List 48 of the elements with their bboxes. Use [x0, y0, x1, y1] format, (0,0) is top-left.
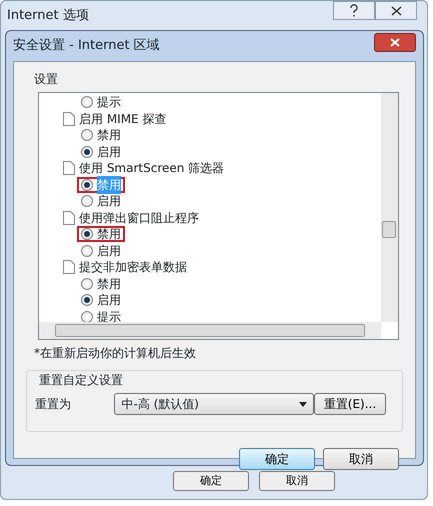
- option-label[interactable]: 禁用: [97, 126, 121, 144]
- caret-icon: [298, 402, 307, 406]
- setting-label: 使用弹出窗口阻止程序: [79, 210, 199, 227]
- option-label[interactable]: 禁用: [97, 225, 121, 244]
- document-icon: [63, 260, 75, 274]
- dialog-title: 安全设置 - Internet 区域: [13, 37, 160, 56]
- setting-label: 使用 SmartScreen 筛选器: [79, 160, 224, 178]
- question-mark-icon: [349, 4, 359, 17]
- option-label[interactable]: 启用: [97, 291, 121, 310]
- document-icon: [63, 112, 75, 126]
- cancel-button[interactable]: 取消: [323, 448, 399, 470]
- setting-label: 启用 MIME 探查: [79, 110, 166, 128]
- dialog-button[interactable]: 确定: [173, 471, 249, 491]
- option-label[interactable]: 启用: [97, 242, 121, 260]
- close-button[interactable]: [375, 1, 417, 20]
- document-icon: [63, 210, 75, 225]
- radio-button[interactable]: [81, 228, 93, 240]
- radio-button[interactable]: [81, 146, 93, 158]
- group-label: 重置自定义设置: [39, 372, 124, 389]
- ok-button[interactable]: 确定: [239, 448, 315, 470]
- close-icon: [390, 6, 402, 16]
- dialog-button[interactable]: 取消: [259, 471, 335, 491]
- window-title: Internet 选项: [7, 7, 89, 25]
- group-label: 设置: [34, 71, 59, 88]
- radio-button[interactable]: [81, 244, 93, 257]
- option-label[interactable]: 禁用: [97, 274, 121, 293]
- option-label[interactable]: 提示: [97, 93, 121, 112]
- reset-button[interactable]: 重置(E)...: [314, 393, 386, 415]
- vertical-scrollbar[interactable]: [381, 93, 398, 322]
- radio-button[interactable]: [81, 178, 93, 191]
- horizontal-scrollbar[interactable]: [39, 322, 381, 339]
- field-label: 重置为: [35, 396, 72, 413]
- dropdown-value: 中-高 (默认值): [121, 396, 199, 413]
- radio-button[interactable]: [81, 294, 93, 306]
- option-label[interactable]: 启用: [97, 192, 121, 210]
- note-text: *在重新启动你的计算机后生效: [34, 345, 197, 362]
- close-icon: [390, 38, 400, 46]
- help-button[interactable]: [333, 1, 375, 20]
- close-button[interactable]: [374, 32, 416, 52]
- reset-level-dropdown[interactable]: 中-高 (默认值): [114, 393, 314, 415]
- document-icon: [63, 161, 75, 176]
- radio-button[interactable]: [81, 129, 93, 142]
- radio-button[interactable]: [81, 278, 93, 290]
- option-label[interactable]: 启用: [97, 142, 121, 161]
- setting-label: 提交非加密表单数据: [79, 259, 187, 276]
- radio-button[interactable]: [81, 195, 93, 208]
- radio-button[interactable]: [81, 96, 93, 108]
- radio-button[interactable]: [81, 310, 93, 322]
